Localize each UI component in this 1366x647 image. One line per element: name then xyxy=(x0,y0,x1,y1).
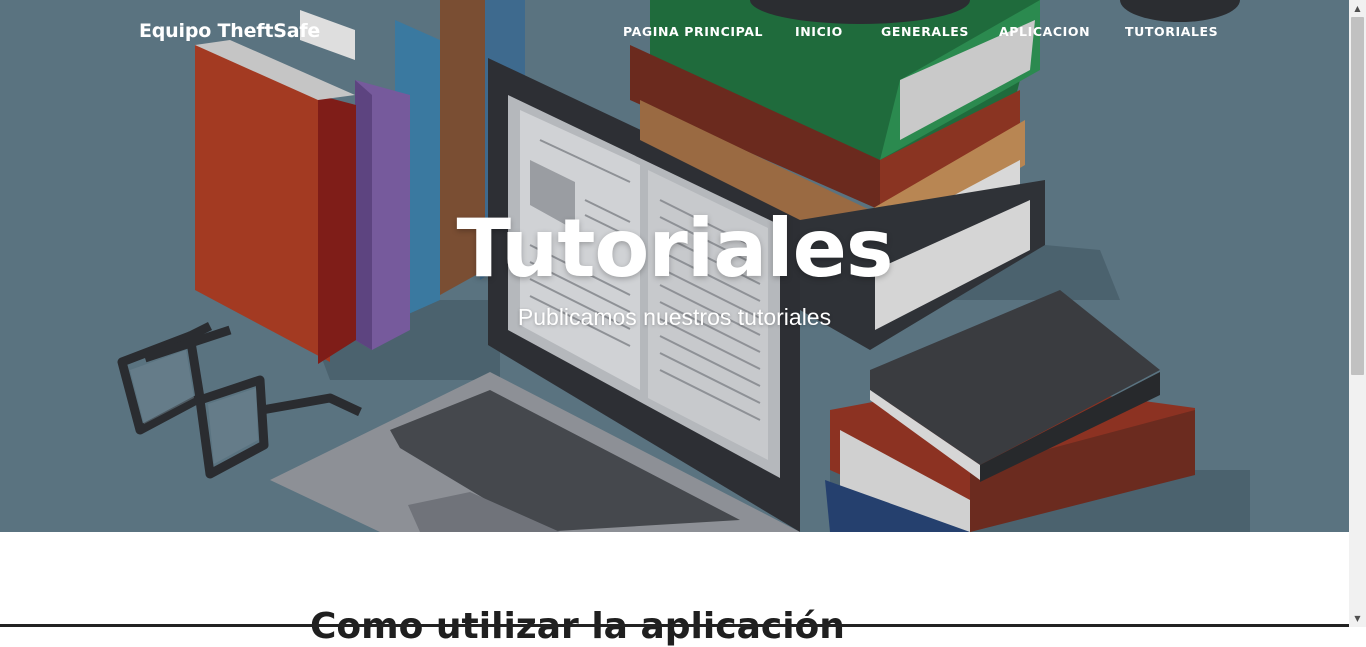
scroll-thumb[interactable] xyxy=(1351,17,1364,375)
brand-link[interactable]: Equipo TheftSafe xyxy=(139,20,320,42)
hero-banner: Equipo TheftSafe PAGINA PRINCIPAL INICIO… xyxy=(0,0,1349,532)
scroll-down-arrow-icon[interactable]: ▼ xyxy=(1349,610,1366,627)
vertical-scrollbar[interactable]: ▲ ▼ xyxy=(1349,0,1366,627)
scroll-up-arrow-icon[interactable]: ▲ xyxy=(1349,0,1366,17)
nav-item-inicio[interactable]: INICIO xyxy=(795,24,843,39)
hero-title: Tutoriales xyxy=(456,202,893,295)
nav-item-generales[interactable]: GENERALES xyxy=(881,24,969,39)
nav-item-pagina-principal[interactable]: PAGINA PRINCIPAL xyxy=(623,24,763,39)
nav-item-tutoriales[interactable]: TUTORIALES xyxy=(1125,24,1218,39)
hero-subtitle: Publicamos nuestros tutoriales xyxy=(517,304,832,330)
nav-item-aplicacion[interactable]: APLICACION xyxy=(999,24,1090,39)
